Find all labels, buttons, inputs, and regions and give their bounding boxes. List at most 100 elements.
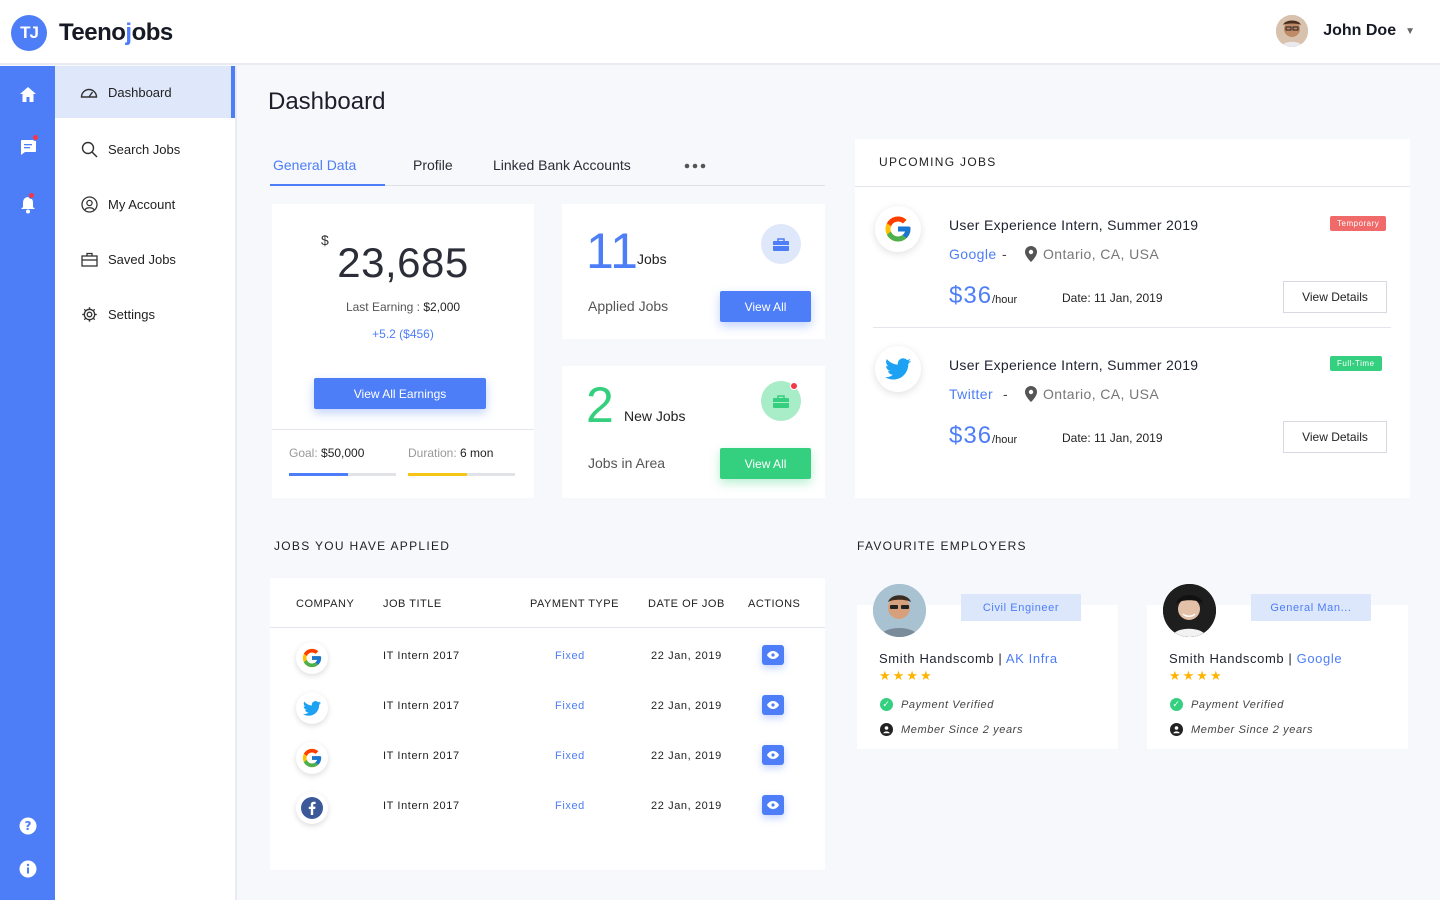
tab-bar: General Data Profile Linked Bank Account… bbox=[270, 145, 825, 186]
payment-type-cell: Fixed bbox=[555, 650, 585, 662]
gear-icon bbox=[80, 305, 98, 323]
dashboard-icon bbox=[80, 83, 98, 101]
view-all-applied-button[interactable]: View All bbox=[720, 291, 811, 322]
divider bbox=[272, 429, 534, 430]
company-link[interactable]: Google bbox=[949, 246, 997, 262]
icon-rail: ? bbox=[0, 66, 55, 900]
info-icon[interactable] bbox=[17, 858, 39, 880]
job-title-cell: IT Intern 2017 bbox=[383, 800, 460, 812]
payment-verified: ✓ Payment Verified bbox=[1170, 698, 1284, 711]
employer-role-tag: Civil Engineer bbox=[961, 594, 1081, 621]
tab-linked-bank-accounts[interactable]: Linked Bank Accounts bbox=[493, 157, 631, 173]
job-title-cell: IT Intern 2017 bbox=[383, 650, 460, 662]
view-details-button[interactable]: View Details bbox=[1283, 281, 1387, 313]
user-avatar[interactable] bbox=[1276, 15, 1309, 47]
location-pin-icon bbox=[1025, 386, 1037, 402]
separator: - bbox=[1003, 386, 1008, 402]
menu-item-my-account[interactable]: My Account bbox=[55, 178, 235, 230]
applied-jobs-table: COMPANY JOB TITLE PAYMENT TYPE DATE OF J… bbox=[270, 578, 825, 870]
user-menu[interactable]: John Doe ▼ bbox=[1276, 15, 1415, 47]
view-details-button[interactable]: View Details bbox=[1283, 421, 1387, 453]
goal-progress-bar bbox=[289, 473, 396, 476]
employer-name[interactable]: Smith Handscomb | AK Infra bbox=[879, 651, 1058, 666]
date-cell: 22 Jan, 2019 bbox=[651, 800, 722, 812]
menu-item-dashboard[interactable]: Dashboard bbox=[55, 66, 235, 118]
view-all-earnings-button[interactable]: View All Earnings bbox=[314, 378, 486, 409]
separator: - bbox=[1002, 246, 1007, 262]
user-circle-icon bbox=[1170, 723, 1183, 736]
job-location: Ontario, CA, USA bbox=[1025, 246, 1159, 262]
column-header[interactable]: JOB TITLE bbox=[383, 598, 442, 610]
chevron-down-icon[interactable]: ▼ bbox=[1405, 26, 1415, 37]
divider bbox=[873, 327, 1391, 328]
goal-label: Goal: $50,000 bbox=[289, 446, 365, 460]
hourly-rate: $36/hour bbox=[949, 282, 1018, 309]
home-icon[interactable] bbox=[17, 83, 39, 105]
payment-type-cell: Fixed bbox=[555, 700, 585, 712]
view-eye-icon[interactable] bbox=[762, 745, 784, 765]
payment-type-cell: Fixed bbox=[555, 750, 585, 762]
view-eye-icon[interactable] bbox=[762, 645, 784, 665]
view-eye-icon[interactable] bbox=[762, 695, 784, 715]
new-jobs-unit: New Jobs bbox=[624, 408, 686, 424]
google-logo-icon bbox=[875, 206, 921, 252]
menu-item-saved-jobs[interactable]: Saved Jobs bbox=[55, 233, 235, 285]
rating-stars-icon: ★★★★ bbox=[1169, 668, 1224, 683]
location-pin-icon bbox=[1025, 246, 1037, 262]
column-header[interactable]: COMPANY bbox=[296, 598, 354, 610]
member-since: Member Since 2 years bbox=[880, 723, 1023, 736]
tab-profile[interactable]: Profile bbox=[413, 157, 453, 173]
user-name[interactable]: John Doe bbox=[1323, 22, 1396, 40]
employer-role-tag: General Man... bbox=[1251, 594, 1371, 621]
briefcase-icon bbox=[80, 250, 98, 268]
bell-icon[interactable] bbox=[17, 192, 39, 216]
job-title[interactable]: User Experience Intern, Summer 2019 bbox=[949, 217, 1198, 233]
facebook-logo-icon bbox=[296, 792, 328, 824]
top-bar: TJ Teenojobs John Doe ▼ bbox=[0, 0, 1440, 65]
divider bbox=[270, 627, 825, 628]
check-circle-icon: ✓ bbox=[1170, 698, 1183, 711]
messages-icon[interactable] bbox=[17, 134, 39, 158]
column-header[interactable]: DATE OF JOB bbox=[648, 598, 725, 610]
menu-item-search-jobs[interactable]: Search Jobs bbox=[55, 123, 235, 175]
check-circle-icon: ✓ bbox=[880, 698, 893, 711]
notification-dot bbox=[28, 192, 35, 199]
column-header[interactable]: PAYMENT TYPE bbox=[530, 598, 619, 610]
view-all-new-button[interactable]: View All bbox=[720, 448, 811, 479]
notification-dot bbox=[790, 382, 798, 390]
job-title-cell: IT Intern 2017 bbox=[383, 750, 460, 762]
rating-stars-icon: ★★★★ bbox=[879, 668, 934, 683]
menu-label: Saved Jobs bbox=[108, 251, 176, 267]
tab-general-data[interactable]: General Data bbox=[273, 157, 356, 173]
more-options-icon[interactable] bbox=[684, 157, 706, 178]
employers-section-title: FAVOURITE EMPLOYERS bbox=[857, 539, 1027, 553]
hourly-rate: $36/hour bbox=[949, 422, 1018, 449]
member-since: Member Since 2 years bbox=[1170, 723, 1313, 736]
employer-avatar[interactable] bbox=[1163, 584, 1216, 637]
job-type-badge: Temporary bbox=[1330, 216, 1387, 231]
duration-progress-fill bbox=[408, 473, 467, 476]
date-cell: 22 Jan, 2019 bbox=[651, 700, 722, 712]
app-logo[interactable]: TJ Teenojobs bbox=[11, 15, 173, 51]
new-jobs-card: 2 New Jobs Jobs in Area View All bbox=[562, 366, 825, 498]
briefcase-icon bbox=[761, 224, 801, 264]
employer-avatar[interactable] bbox=[873, 584, 926, 637]
page-title: Dashboard bbox=[268, 88, 386, 115]
payment-type-cell: Fixed bbox=[555, 800, 585, 812]
earnings-amount: 23,685 bbox=[337, 239, 469, 286]
user-circle-icon bbox=[880, 723, 893, 736]
employer-name[interactable]: Smith Handscomb | Google bbox=[1169, 651, 1342, 666]
job-title[interactable]: User Experience Intern, Summer 2019 bbox=[949, 357, 1198, 373]
earnings-delta: +5.2 ($456) bbox=[372, 327, 434, 341]
earnings-card: $ 23,685 Last Earning : $2,000 +5.2 ($45… bbox=[272, 204, 534, 498]
company-link[interactable]: Twitter bbox=[949, 386, 993, 402]
view-eye-icon[interactable] bbox=[762, 795, 784, 815]
menu-item-settings[interactable]: Settings bbox=[55, 288, 235, 340]
account-icon bbox=[80, 195, 98, 213]
column-header[interactable]: ACTIONS bbox=[748, 598, 800, 610]
applied-jobs-card: 11 Jobs Applied Jobs View All bbox=[562, 204, 825, 339]
menu-label: Settings bbox=[108, 306, 155, 322]
help-icon[interactable]: ? bbox=[17, 815, 39, 837]
applied-section-title: JOBS YOU HAVE APPLIED bbox=[274, 539, 451, 553]
side-menu: Dashboard Search Jobs My Account Saved J… bbox=[55, 66, 237, 900]
